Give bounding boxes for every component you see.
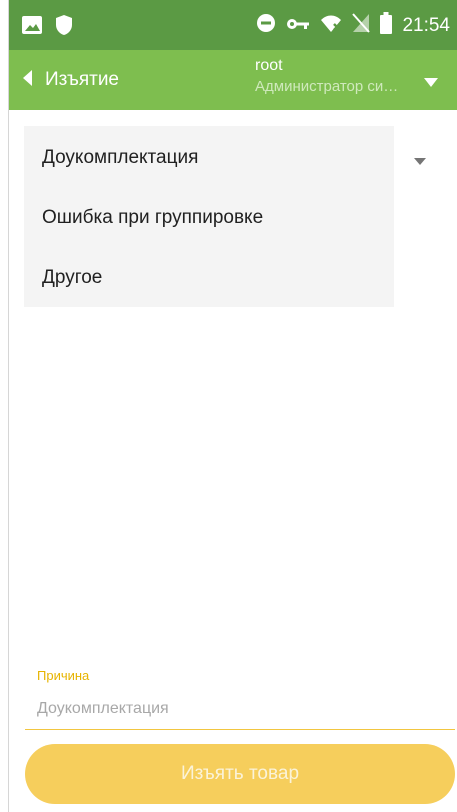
user-info[interactable]: root Администратор системы	[255, 57, 405, 95]
screen-title: Изъятие	[45, 69, 119, 90]
user-dropdown-icon[interactable]	[424, 74, 438, 92]
status-bar: 21:54	[9, 0, 457, 50]
app-screen: 21:54 Изъятие root Администратор системы…	[8, 0, 457, 812]
reason-field-label: Причина	[37, 668, 90, 683]
shield-icon	[55, 14, 73, 41]
chevron-down-icon[interactable]	[414, 152, 426, 170]
user-name: root	[255, 57, 283, 74]
do-not-disturb-icon	[256, 13, 276, 38]
reason-field-underline	[25, 729, 455, 730]
no-sim-icon	[352, 13, 371, 38]
app-bar: Изъятие root Администратор системы	[9, 50, 457, 110]
back-button[interactable]: Изъятие	[23, 50, 119, 110]
key-icon	[286, 15, 310, 36]
withdraw-item-button-label: Изъять товар	[180, 763, 300, 784]
menu-item-option-3[interactable]: Другое	[42, 267, 102, 289]
withdraw-item-button[interactable]: Изъять товар	[25, 744, 455, 804]
user-role: Администратор системы	[255, 78, 405, 95]
menu-item-option-2[interactable]: Ошибка при группировке	[42, 207, 263, 229]
back-arrow-icon	[23, 69, 33, 91]
reason-dropdown-menu: Доукомплектация Ошибка при группировке Д…	[24, 126, 394, 307]
battery-icon	[380, 12, 393, 39]
status-time: 21:54	[402, 14, 450, 36]
reason-field[interactable]: Доукомплектация	[37, 700, 169, 718]
menu-item-option-1[interactable]: Доукомплектация	[42, 147, 198, 169]
image-icon	[21, 15, 43, 40]
wifi-off-icon	[320, 13, 342, 38]
